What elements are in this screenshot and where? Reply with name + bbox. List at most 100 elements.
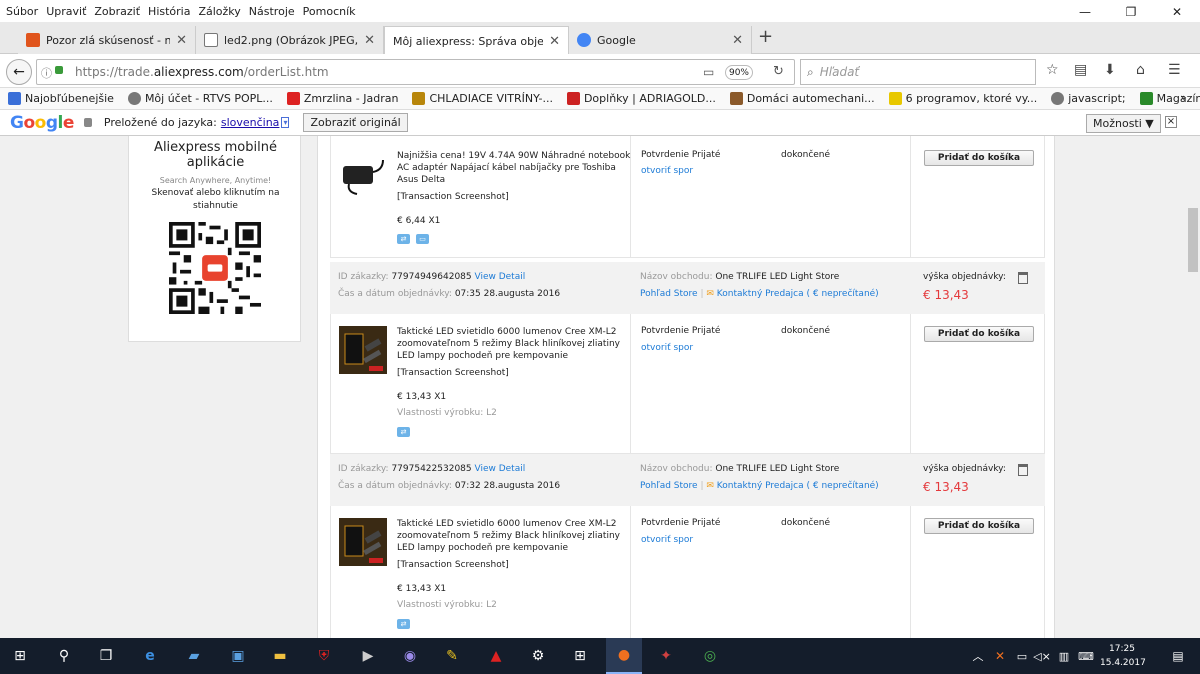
- app-icon[interactable]: ✦: [654, 644, 678, 668]
- system-clock[interactable]: 17:25 15.4.2017: [1100, 642, 1146, 670]
- show-original-button[interactable]: Zobraziť originál: [303, 113, 408, 132]
- app-icon[interactable]: ▰: [182, 644, 206, 668]
- home-icon[interactable]: ⌂: [1136, 62, 1145, 78]
- dropdown-icon[interactable]: ▾: [281, 117, 290, 128]
- add-to-cart-button[interactable]: Pridať do košíka: [924, 326, 1034, 342]
- firefox-icon[interactable]: ●: [606, 638, 642, 674]
- menu-history[interactable]: História: [148, 5, 190, 18]
- volume-mute-icon[interactable]: ◁×: [1030, 644, 1054, 668]
- trash-icon[interactable]: [1018, 272, 1028, 284]
- windows-start-icon[interactable]: ⊞: [8, 644, 32, 668]
- video-icon[interactable]: ▶: [356, 644, 380, 668]
- hamburger-menu-icon[interactable]: ☰: [1168, 62, 1181, 78]
- tab-close-icon[interactable]: ✕: [549, 34, 560, 49]
- view-detail-link[interactable]: View Detail: [475, 464, 526, 474]
- bookmark-item[interactable]: Domáci automechani...: [729, 92, 875, 105]
- product-name[interactable]: Taktické LED svietidlo 6000 lumenov Cree…: [397, 518, 631, 554]
- back-button[interactable]: ←: [6, 59, 32, 85]
- view-store-link[interactable]: Pohľad Store: [640, 481, 698, 491]
- bookmark-item[interactable]: Magazín Lovu Zdar 9/...: [1139, 92, 1200, 105]
- app-icon[interactable]: ✎: [440, 644, 464, 668]
- bookmark-item[interactable]: Najobľúbenejšie: [8, 92, 114, 105]
- bookmark-item[interactable]: 6 programov, ktoré vy...: [888, 92, 1037, 105]
- bookmark-item[interactable]: javascript;: [1051, 92, 1126, 105]
- app-icon[interactable]: ▣: [226, 644, 250, 668]
- media-player-icon[interactable]: ◉: [398, 644, 422, 668]
- bookmark-item[interactable]: CHLADIACE VITRÍNY-...: [412, 92, 553, 105]
- bookmark-item[interactable]: Môj účet - RTVS POPL...: [127, 92, 273, 105]
- menu-help[interactable]: Pomocník: [303, 5, 356, 18]
- open-dispute-link[interactable]: otvoriť spor: [641, 343, 693, 353]
- shipping-icon[interactable]: ⇄: [397, 619, 410, 629]
- zoom-indicator[interactable]: 90%: [725, 65, 753, 80]
- reload-icon[interactable]: ↻: [773, 64, 784, 79]
- store-icon[interactable]: ⊞: [568, 644, 592, 668]
- tray-chevron-icon[interactable]: ︿: [966, 644, 990, 668]
- url-bar[interactable]: ⓘ https://trade.aliexpress.com/orderList…: [36, 59, 795, 85]
- tray-app-icon[interactable]: ✕: [988, 644, 1012, 668]
- add-to-cart-button[interactable]: Pridať do košíka: [924, 150, 1034, 166]
- menu-bookmarks[interactable]: Záložky: [198, 5, 240, 18]
- transaction-screenshot-link[interactable]: [Transaction Screenshot]: [397, 368, 509, 378]
- chrome-icon[interactable]: ◎: [698, 644, 722, 668]
- product-name[interactable]: Taktické LED svietidlo 6000 lumenov Cree…: [397, 326, 631, 362]
- bookmarks-overflow-icon[interactable]: »: [1180, 91, 1187, 104]
- tab-close-icon[interactable]: ✕: [732, 33, 743, 48]
- restore-button[interactable]: ❐: [1108, 0, 1154, 24]
- file-explorer-icon[interactable]: ▬: [268, 644, 292, 668]
- options-button[interactable]: Možnosti ▼: [1086, 114, 1161, 133]
- scrollbar-thumb[interactable]: [1188, 208, 1198, 272]
- menu-view[interactable]: Zobraziť: [94, 5, 140, 18]
- edge-icon[interactable]: e: [138, 644, 162, 668]
- add-to-cart-button[interactable]: Pridať do košíka: [924, 518, 1034, 534]
- search-input[interactable]: ⌕ Hľadať: [800, 59, 1036, 85]
- tab-pozor[interactable]: Pozor zlá skúsenosť - nick:... ✕: [18, 26, 196, 54]
- info-icon[interactable]: ⓘ: [41, 65, 52, 81]
- new-tab-button[interactable]: +: [758, 26, 773, 47]
- close-window-button[interactable]: ✕: [1154, 0, 1200, 24]
- tab-led2[interactable]: led2.png (Obrázok JPEG, 1... ✕: [196, 26, 384, 54]
- search-icon[interactable]: ⚲: [52, 644, 76, 668]
- view-store-link[interactable]: Pohľad Store: [640, 289, 698, 299]
- tab-google[interactable]: Google ✕: [569, 26, 752, 54]
- settings-gear-icon[interactable]: ⚙: [526, 644, 550, 668]
- menu-tools[interactable]: Nástroje: [249, 5, 295, 18]
- reader-view-icon[interactable]: ▭: [703, 65, 714, 79]
- antivirus-icon[interactable]: ⛨: [312, 644, 336, 668]
- transaction-screenshot-link[interactable]: [Transaction Screenshot]: [397, 192, 509, 202]
- shipping-icon[interactable]: ⇄: [397, 234, 410, 244]
- bookmark-item[interactable]: Zmrzlina - Jadran: [286, 92, 398, 105]
- transaction-screenshot-link[interactable]: [Transaction Screenshot]: [397, 560, 509, 570]
- open-dispute-link[interactable]: otvoriť spor: [641, 166, 693, 176]
- download-icon[interactable]: ⬇: [1104, 62, 1116, 78]
- contact-seller-link[interactable]: Kontaktný Predajca ( € neprečítané): [717, 481, 879, 491]
- open-dispute-link[interactable]: otvoriť spor: [641, 535, 693, 545]
- qr-code[interactable]: [169, 222, 261, 314]
- done-text: dokončené: [781, 150, 831, 160]
- card-icon[interactable]: ▭: [416, 234, 429, 244]
- product-image-adapter[interactable]: [339, 150, 387, 198]
- translate-language-select[interactable]: slovenčina: [221, 116, 280, 129]
- bookmark-item[interactable]: Doplňky | ADRIAGOLD...: [566, 92, 716, 105]
- trash-icon[interactable]: [1018, 464, 1028, 476]
- keyboard-icon[interactable]: ⌨: [1074, 644, 1098, 668]
- tab-close-icon[interactable]: ✕: [176, 33, 187, 48]
- bookmark-star-icon[interactable]: ☆: [1046, 62, 1059, 78]
- shipping-icon[interactable]: ⇄: [397, 427, 410, 437]
- contact-seller-link[interactable]: Kontaktný Predajca ( € neprečítané): [717, 289, 879, 299]
- reading-list-icon[interactable]: ▤: [1074, 62, 1087, 78]
- menu-edit[interactable]: Upraviť: [46, 5, 86, 18]
- tab-aliexpress[interactable]: Môj aliexpress: Správa objedná... ✕: [384, 26, 569, 55]
- menu-file[interactable]: Súbor: [6, 5, 38, 18]
- view-detail-link[interactable]: View Detail: [475, 272, 526, 282]
- task-view-icon[interactable]: ❐: [94, 644, 118, 668]
- pdf-reader-icon[interactable]: ▲: [484, 644, 508, 668]
- minimize-button[interactable]: —: [1062, 0, 1108, 24]
- product-image-flashlight[interactable]: [339, 326, 387, 374]
- notifications-icon[interactable]: ▤: [1166, 644, 1190, 668]
- product-name[interactable]: Najnižšia cena! 19V 4.74A 90W Náhradné n…: [397, 150, 631, 186]
- product-image-flashlight[interactable]: [339, 518, 387, 566]
- network-icon[interactable]: ▥: [1052, 644, 1076, 668]
- tab-close-icon[interactable]: ✕: [364, 33, 375, 48]
- close-translate-icon[interactable]: ×: [1165, 116, 1177, 128]
